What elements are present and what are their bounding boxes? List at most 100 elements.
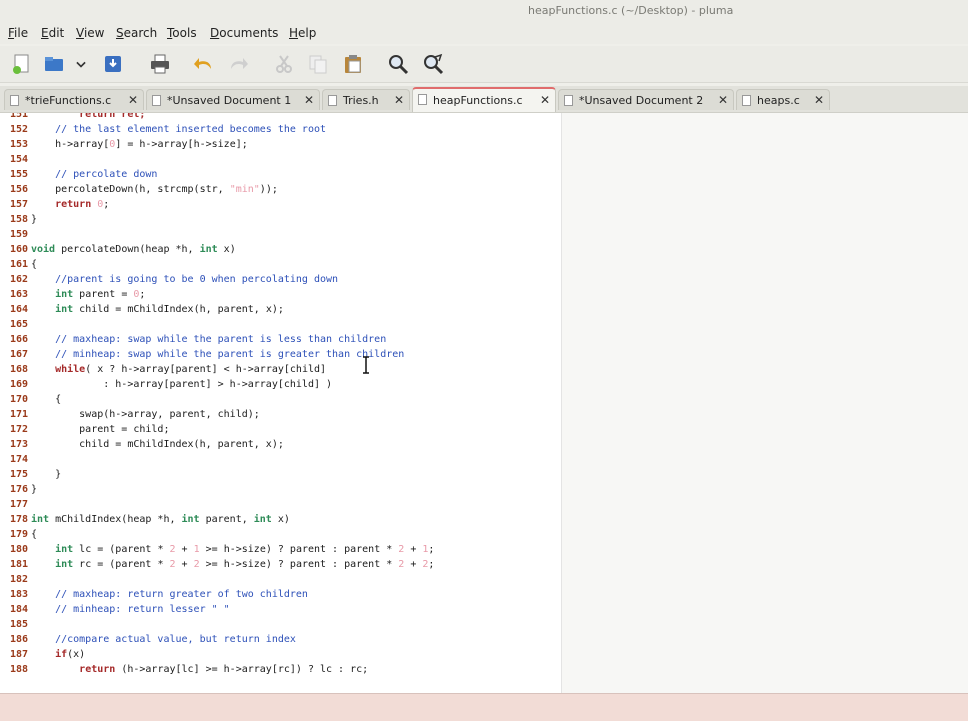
code-line[interactable]: 176} <box>0 482 560 497</box>
line-text[interactable]: } <box>31 212 37 227</box>
dropdown-arrow-icon[interactable] <box>72 52 90 76</box>
menu-tools[interactable]: Tools <box>167 22 197 44</box>
line-text[interactable]: return 0; <box>31 197 109 212</box>
line-text[interactable]: : h->array[parent] > h->array[child] ) <box>31 377 332 392</box>
code-line[interactable]: 178 int mChildIndex(heap *h, int parent, … <box>0 512 560 527</box>
line-text[interactable]: // the last element inserted becomes the… <box>31 122 326 137</box>
close-icon[interactable]: ✕ <box>814 90 824 111</box>
line-text[interactable]: return ret; <box>31 113 145 122</box>
line-text[interactable]: while( x ? h->array[parent] < h->array[c… <box>31 362 326 377</box>
code-line[interactable]: 177 <box>0 497 560 512</box>
code-line[interactable]: 170 { <box>0 392 560 407</box>
line-text[interactable]: // maxheap: return greater of two childr… <box>31 587 308 602</box>
copy-icon[interactable] <box>306 52 330 76</box>
line-text[interactable]: parent = child; <box>31 422 169 437</box>
code-line[interactable]: 184 // minheap: return lesser " " <box>0 602 560 617</box>
editor-empty-area[interactable] <box>562 113 968 693</box>
open-folder-icon[interactable] <box>42 52 66 76</box>
tab-unsaved-document-2[interactable]: *Unsaved Document 2 ✕ <box>558 89 734 110</box>
menu-search[interactable]: Search <box>116 22 157 44</box>
code-line[interactable]: 165 <box>0 317 560 332</box>
code-line[interactable]: 168 while( x ? h->array[parent] < h->arr… <box>0 362 560 377</box>
line-text[interactable]: // percolate down <box>31 167 157 182</box>
code-lines[interactable]: 151 return ret; 152 // the last element i… <box>0 113 560 677</box>
code-line[interactable]: 162 //parent is going to be 0 when perco… <box>0 272 560 287</box>
menu-edit[interactable]: Edit <box>41 22 64 44</box>
cut-icon[interactable] <box>272 52 296 76</box>
paste-icon[interactable] <box>341 52 365 76</box>
menu-help[interactable]: Help <box>289 22 316 44</box>
close-icon[interactable]: ✕ <box>718 90 728 111</box>
line-text[interactable]: //parent is going to be 0 when percolati… <box>31 272 338 287</box>
code-line[interactable]: 160 void percolateDown(heap *h, int x) <box>0 242 560 257</box>
line-text[interactable]: int mChildIndex(heap *h, int parent, int… <box>31 512 290 527</box>
code-line[interactable]: 151 return ret; <box>0 113 560 122</box>
code-line[interactable]: 152 // the last element inserted becomes… <box>0 122 560 137</box>
line-text[interactable]: } <box>31 467 61 482</box>
undo-icon[interactable] <box>192 52 216 76</box>
tab-heaps-c[interactable]: heaps.c ✕ <box>736 89 830 110</box>
line-text[interactable]: int parent = 0; <box>31 287 145 302</box>
line-text[interactable]: // minheap: return lesser " " <box>31 602 230 617</box>
code-line[interactable]: 158} <box>0 212 560 227</box>
line-text[interactable]: child = mChildIndex(h, parent, x); <box>31 437 284 452</box>
code-line[interactable]: 161{ <box>0 257 560 272</box>
line-text[interactable]: if(x) <box>31 647 85 662</box>
code-line[interactable]: 172 parent = child; <box>0 422 560 437</box>
line-text[interactable]: { <box>31 527 37 542</box>
tab-heapfunctions[interactable]: heapFunctions.c ✕ <box>412 87 556 112</box>
code-line[interactable]: 185 <box>0 617 560 632</box>
line-text[interactable]: //compare actual value, but return index <box>31 632 296 647</box>
line-text[interactable]: { <box>31 257 37 272</box>
line-text[interactable]: swap(h->array, parent, child); <box>31 407 260 422</box>
line-text[interactable]: // maxheap: swap while the parent is les… <box>31 332 386 347</box>
close-icon[interactable]: ✕ <box>394 90 404 111</box>
code-line[interactable]: 183 // maxheap: return greater of two ch… <box>0 587 560 602</box>
code-line[interactable]: 180 int lc = (parent * 2 + 1 >= h->size)… <box>0 542 560 557</box>
code-line[interactable]: 171 swap(h->array, parent, child); <box>0 407 560 422</box>
code-line[interactable]: 156 percolateDown(h, strcmp(str, "min"))… <box>0 182 560 197</box>
line-text[interactable]: int lc = (parent * 2 + 1 >= h->size) ? p… <box>31 542 434 557</box>
code-editor[interactable]: 151 return ret; 152 // the last element i… <box>0 113 968 693</box>
new-document-icon[interactable] <box>10 52 34 76</box>
code-line[interactable]: 186 //compare actual value, but return i… <box>0 632 560 647</box>
code-line[interactable]: 182 <box>0 572 560 587</box>
code-line[interactable]: 154 <box>0 152 560 167</box>
line-text[interactable]: { <box>31 392 61 407</box>
code-line[interactable]: 159 <box>0 227 560 242</box>
tab-unsaved-document-1[interactable]: *Unsaved Document 1 ✕ <box>146 89 320 110</box>
code-line[interactable]: 157 return 0; <box>0 197 560 212</box>
line-text[interactable]: return (h->array[lc] >= h->array[rc]) ? … <box>31 662 368 677</box>
print-icon[interactable] <box>148 52 172 76</box>
code-line[interactable]: 167 // minheap: swap while the parent is… <box>0 347 560 362</box>
close-icon[interactable]: ✕ <box>304 90 314 111</box>
code-line[interactable]: 187 if(x) <box>0 647 560 662</box>
line-text[interactable]: percolateDown(h, strcmp(str, "min")); <box>31 182 278 197</box>
code-line[interactable]: 188 return (h->array[lc] >= h->array[rc]… <box>0 662 560 677</box>
code-line[interactable]: 179{ <box>0 527 560 542</box>
line-text[interactable]: h->array[0] = h->array[h->size]; <box>31 137 248 152</box>
code-line[interactable]: 153 h->array[0] = h->array[h->size]; <box>0 137 560 152</box>
menu-documents[interactable]: Documents <box>210 22 278 44</box>
close-icon[interactable]: ✕ <box>540 89 550 112</box>
code-line[interactable]: 181 int rc = (parent * 2 + 2 >= h->size)… <box>0 557 560 572</box>
line-text[interactable]: // minheap: swap while the parent is gre… <box>31 347 404 362</box>
line-text[interactable]: } <box>31 482 37 497</box>
tab-triefunctions[interactable]: *trieFunctions.c ✕ <box>4 89 144 110</box>
code-line[interactable]: 166 // maxheap: swap while the parent is… <box>0 332 560 347</box>
code-line[interactable]: 173 child = mChildIndex(h, parent, x); <box>0 437 560 452</box>
tab-tries-h[interactable]: Tries.h ✕ <box>322 89 410 110</box>
line-text[interactable]: void percolateDown(heap *h, int x) <box>31 242 236 257</box>
save-icon[interactable] <box>101 52 125 76</box>
code-line[interactable]: 163 int parent = 0; <box>0 287 560 302</box>
menu-file[interactable]: File <box>8 22 28 44</box>
find-icon[interactable] <box>386 52 410 76</box>
code-line[interactable]: 175 } <box>0 467 560 482</box>
redo-icon[interactable] <box>226 52 250 76</box>
line-text[interactable]: int rc = (parent * 2 + 2 >= h->size) ? p… <box>31 557 434 572</box>
close-icon[interactable]: ✕ <box>128 90 138 111</box>
find-replace-icon[interactable] <box>421 52 445 76</box>
menu-view[interactable]: View <box>76 22 104 44</box>
code-line[interactable]: 155 // percolate down <box>0 167 560 182</box>
line-text[interactable]: int child = mChildIndex(h, parent, x); <box>31 302 284 317</box>
